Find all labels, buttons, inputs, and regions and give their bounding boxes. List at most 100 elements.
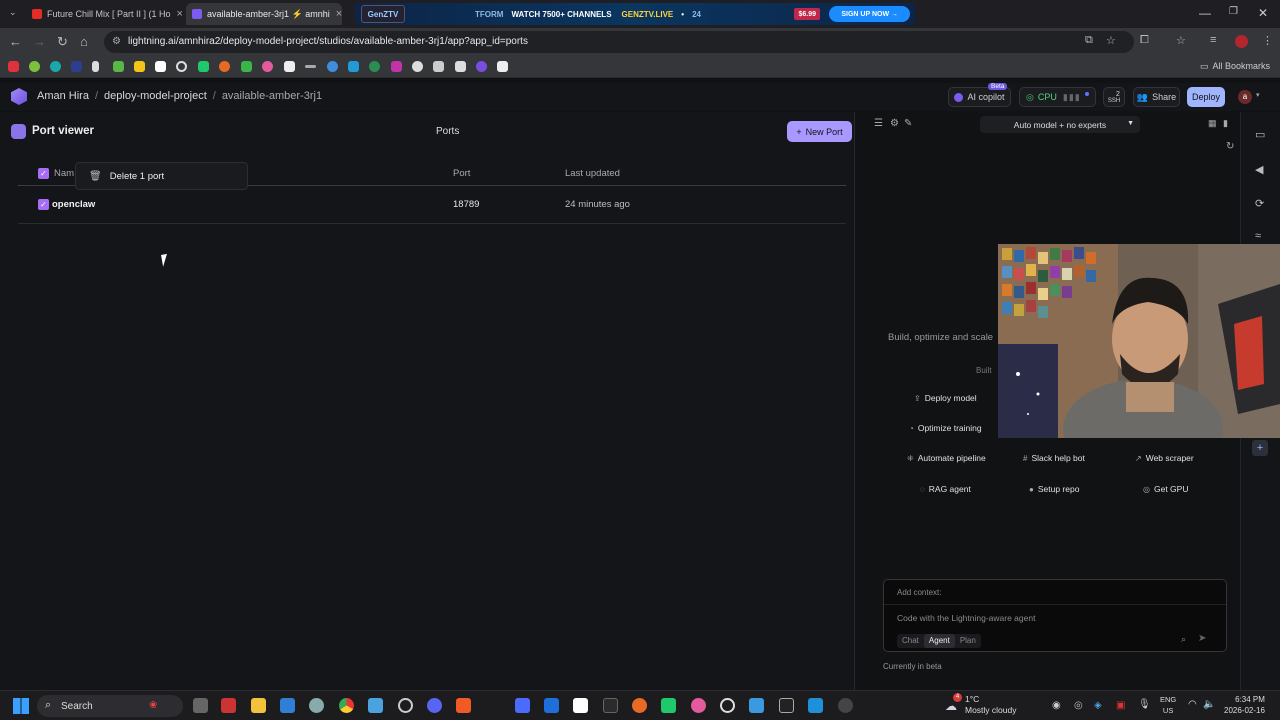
- chevron-down-icon[interactable]: ▾: [1256, 91, 1260, 99]
- volume-icon[interactable]: 🔈: [1203, 699, 1215, 710]
- bookmark-icon[interactable]: [198, 61, 209, 72]
- ai-copilot-button[interactable]: AI copilot: [948, 87, 1011, 107]
- home-icon[interactable]: ⌂: [80, 34, 88, 49]
- add-context-label[interactable]: Add context:: [897, 588, 941, 597]
- bookmark-icon[interactable]: [92, 61, 99, 72]
- taskbar-app-icon[interactable]: [720, 698, 735, 713]
- bookmark-icon[interactable]: [391, 61, 402, 72]
- ssh-button[interactable]: 2 SSH: [1103, 87, 1125, 107]
- column-header-port[interactable]: Port: [453, 168, 470, 179]
- taskbar-app-icon[interactable]: [779, 698, 794, 713]
- rag-agent-action[interactable]: ◌ RAG agent: [920, 479, 971, 499]
- bookmark-icon[interactable]: [50, 61, 61, 72]
- store-icon[interactable]: [280, 698, 295, 713]
- web-scraper-action[interactable]: ↗ Web scraper: [1135, 448, 1194, 468]
- taskbar-app-icon[interactable]: [749, 698, 764, 713]
- banner-ad[interactable]: GenZTV TFORM WATCH 7500+ CHANNELS GENZTV…: [355, 3, 915, 25]
- tab-youtube[interactable]: Future Chill Mix [ Part II ] (1 Ho ×: [26, 3, 184, 25]
- bookmark-icon[interactable]: [29, 61, 40, 72]
- tray-app-icon[interactable]: ◈: [1094, 700, 1102, 711]
- settings-icon[interactable]: [309, 698, 324, 713]
- edit-icon[interactable]: ✎: [904, 118, 912, 129]
- new-port-button[interactable]: + New Port: [787, 121, 852, 142]
- tray-app-icon[interactable]: ◎: [1074, 700, 1083, 711]
- deploy-model-action[interactable]: ⇪ Deploy model: [914, 388, 977, 408]
- column-header-last-updated[interactable]: Last updated: [565, 168, 620, 179]
- bookmark-icon[interactable]: [412, 61, 423, 72]
- taskbar-app-icon[interactable]: [838, 698, 853, 713]
- column-header-name[interactable]: Nam: [54, 168, 74, 179]
- taskbar-app-icon[interactable]: [573, 698, 588, 713]
- vscode-icon[interactable]: ◀: [1255, 163, 1263, 176]
- mode-plan[interactable]: Plan: [955, 634, 981, 648]
- bookmark-icon[interactable]: [262, 61, 273, 72]
- slack-help-bot-action[interactable]: # Slack help bot: [1023, 448, 1085, 468]
- tray-app-icon[interactable]: ▣: [1116, 700, 1125, 711]
- share-button[interactable]: 👥 Share: [1133, 87, 1180, 107]
- tab-list-chevron-icon[interactable]: ⌄: [9, 7, 17, 18]
- bookmark-icon[interactable]: [497, 61, 508, 72]
- task-view-icon[interactable]: [193, 698, 208, 713]
- bookmark-icon[interactable]: [134, 61, 145, 72]
- restore-icon[interactable]: ❐: [1229, 6, 1238, 17]
- taskbar-app-icon[interactable]: [398, 698, 413, 713]
- taskbar-app-icon[interactable]: [691, 698, 706, 713]
- brave-icon[interactable]: [456, 698, 471, 713]
- bookmark-icon[interactable]: [8, 61, 19, 72]
- send-icon[interactable]: ➤: [1198, 633, 1206, 644]
- install-app-icon[interactable]: ⧉: [1085, 34, 1093, 47]
- tab-lightning-studio[interactable]: available-amber-3rj1 ⚡ amnhi ×: [186, 3, 342, 25]
- add-plugin-icon[interactable]: +: [1252, 440, 1268, 456]
- bookmark-icon[interactable]: [433, 61, 444, 72]
- url-input[interactable]: ⚙ lightning.ai/amnhira2/deploy-model-pro…: [104, 31, 1134, 53]
- close-window-icon[interactable]: ✕: [1258, 6, 1268, 20]
- menu-icon[interactable]: ⋮: [1262, 34, 1273, 47]
- taskbar-app-icon[interactable]: [661, 698, 676, 713]
- close-tab-icon[interactable]: ×: [171, 8, 183, 20]
- microphone-icon[interactable]: 🎙: [1138, 699, 1151, 710]
- bookmark-icon[interactable]: [348, 61, 359, 72]
- bookmark-icon[interactable]: [71, 61, 82, 72]
- bookmark-icon[interactable]: [327, 61, 338, 72]
- wifi-icon[interactable]: ◠: [1188, 699, 1197, 710]
- taskbar-app-icon[interactable]: [368, 698, 383, 713]
- bookmark-icon[interactable]: [305, 65, 316, 68]
- model-selector[interactable]: Auto model + no experts ▼: [980, 116, 1140, 133]
- bookmark-icon[interactable]: [219, 61, 230, 72]
- chat-composer[interactable]: Add context: Code with the Lightning-awa…: [883, 579, 1227, 652]
- extensions-icon[interactable]: ⧠: [1140, 34, 1149, 47]
- reading-list-icon[interactable]: ☆: [1176, 34, 1186, 47]
- site-info-icon[interactable]: ⚙: [112, 31, 121, 53]
- ad-cta-button[interactable]: SIGN UP NOW →: [829, 6, 910, 22]
- cpu-button[interactable]: ◎ CPU ▮▮▮: [1019, 87, 1096, 107]
- bookmark-icon[interactable]: [241, 61, 252, 72]
- all-bookmarks-link[interactable]: ▭ All Bookmarks: [1200, 61, 1270, 72]
- bookmark-icon[interactable]: [113, 61, 124, 72]
- composer-placeholder[interactable]: Code with the Lightning-aware agent: [897, 613, 1035, 623]
- terminal-icon[interactable]: [603, 698, 618, 713]
- back-icon[interactable]: ←: [9, 34, 22, 49]
- select-all-checkbox[interactable]: ✓: [38, 168, 49, 179]
- user-avatar[interactable]: a: [1238, 90, 1252, 104]
- tray-app-icon[interactable]: ◉: [1052, 700, 1061, 711]
- settings-gear-icon[interactable]: ⚙: [890, 118, 899, 129]
- refresh-icon[interactable]: ⟳: [1255, 197, 1264, 210]
- breadcrumb-project[interactable]: deploy-model-project: [104, 90, 207, 102]
- reload-icon[interactable]: ↻: [57, 34, 68, 50]
- breadcrumb-user[interactable]: Aman Hira: [37, 90, 89, 102]
- bookmark-icon[interactable]: [455, 61, 466, 72]
- mode-chat[interactable]: Chat: [897, 634, 924, 648]
- delete-port-menu-item[interactable]: 🗑 Delete 1 port: [75, 162, 248, 190]
- file-explorer-icon[interactable]: [251, 698, 266, 713]
- optimize-training-action[interactable]: ◔ Optimize training: [909, 418, 982, 438]
- taskbar-app-icon[interactable]: [808, 698, 823, 713]
- row-checkbox[interactable]: ✓: [38, 199, 49, 210]
- bookmark-icon[interactable]: [369, 61, 380, 72]
- hamburger-menu-icon[interactable]: ☰: [874, 118, 883, 129]
- taskbar-app-icon[interactable]: [515, 698, 530, 713]
- forward-icon[interactable]: →: [33, 34, 46, 49]
- panel-toggle-icon[interactable]: ▮: [1223, 118, 1228, 129]
- wave-icon[interactable]: ≈: [1255, 230, 1261, 242]
- bookmark-icon[interactable]: [476, 61, 487, 72]
- breadcrumb-studio[interactable]: available-amber-3rj1: [222, 90, 322, 102]
